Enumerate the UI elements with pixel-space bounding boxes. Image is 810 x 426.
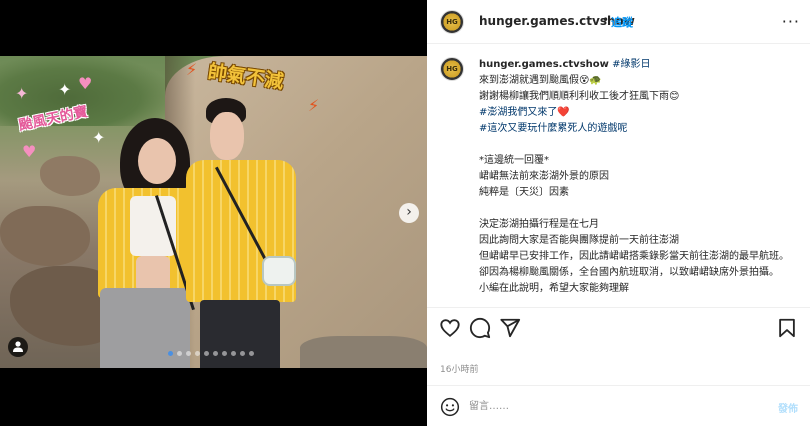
comment-icon[interactable] bbox=[469, 317, 491, 339]
photo-midriff bbox=[136, 256, 170, 292]
caption-hashtag: #澎湖我們又來了❤️ bbox=[479, 107, 570, 118]
caption-line: 純粹是〔天災〕因素 bbox=[479, 187, 569, 198]
post-media-pane: 帥氣不減 ⚡ ⚡ 颱風天的寶 ✦ ♥ ✦ ♥ ✦ › bbox=[0, 0, 427, 426]
caption-username[interactable]: hunger.games.ctvshow bbox=[479, 59, 609, 70]
post-timestamp[interactable]: 16小時前 bbox=[440, 362, 478, 375]
header-separator: • bbox=[602, 13, 610, 27]
photo-face bbox=[210, 112, 244, 160]
caption-text: hunger.games.ctvshow #綠影日 來到澎湖就遇到颱風假😵🐢 謝謝… bbox=[479, 57, 799, 297]
tagged-people-button[interactable] bbox=[8, 337, 28, 357]
caption-line: 決定澎湖拍攝行程是在七月 bbox=[479, 219, 599, 230]
sticker-heart-icon: ♥ bbox=[22, 142, 37, 161]
comment-input[interactable] bbox=[469, 396, 759, 416]
photo-rock bbox=[40, 156, 100, 196]
carousel-dot bbox=[240, 351, 245, 356]
carousel-dot bbox=[177, 351, 182, 356]
photo-top bbox=[130, 196, 176, 256]
avatar[interactable] bbox=[440, 10, 464, 34]
carousel-dot bbox=[186, 351, 191, 356]
caption-line: 謝謝楊柳讓我們順順利利收工後才狂風下雨😊 bbox=[479, 91, 680, 102]
caption-hashtag: #這次又要玩什麼累死人的遊戲呢 bbox=[479, 123, 628, 134]
carousel-indicator bbox=[168, 351, 254, 357]
sticker-spark-icon: ⚡ bbox=[308, 96, 320, 115]
share-icon[interactable] bbox=[499, 317, 521, 339]
emoji-icon[interactable] bbox=[440, 397, 460, 417]
caption-line: 但峮峮早已安排工作，因此請峮峮搭乘錄影當天前往澎湖的最早航班。 bbox=[479, 251, 789, 262]
comment-bar: 發佈 bbox=[427, 385, 810, 426]
carousel-dot bbox=[168, 351, 173, 356]
sticker-star-icon: ✦ bbox=[15, 84, 29, 103]
photo-pants bbox=[200, 300, 280, 368]
caption-scroll-area[interactable]: hunger.games.ctvshow #綠影日 來到澎湖就遇到颱風假😵🐢 謝謝… bbox=[427, 45, 810, 307]
photo-ground bbox=[300, 336, 427, 368]
carousel-dot bbox=[231, 351, 236, 356]
caption-line: 小編在此說明，希望大家能夠理解 bbox=[479, 283, 629, 294]
carousel-dot bbox=[195, 351, 200, 356]
person-icon bbox=[13, 341, 23, 352]
carousel-dot bbox=[222, 351, 227, 356]
post-header: hunger.games.ctvshow • 追蹤 ··· bbox=[427, 0, 810, 44]
more-options-icon[interactable]: ··· bbox=[782, 12, 800, 31]
caption-hashtag[interactable]: #綠影日 bbox=[612, 59, 650, 70]
heart-icon[interactable] bbox=[439, 317, 461, 339]
sticker-star-icon: ✦ bbox=[58, 80, 72, 99]
sticker-spark-icon: ⚡ bbox=[186, 60, 198, 79]
bookmark-icon[interactable] bbox=[776, 317, 798, 339]
caption-first-line: hunger.games.ctvshow #綠影日 bbox=[479, 57, 799, 73]
caption-avatar[interactable] bbox=[440, 57, 464, 81]
follow-button[interactable]: 追蹤 bbox=[611, 14, 633, 30]
carousel-dot bbox=[213, 351, 218, 356]
post-actions bbox=[427, 307, 810, 347]
post-photo[interactable]: 帥氣不減 ⚡ ⚡ 颱風天的寶 ✦ ♥ ✦ ♥ ✦ bbox=[0, 56, 427, 368]
carousel-dot bbox=[204, 351, 209, 356]
photo-face bbox=[138, 138, 176, 184]
caption-line: 因此詢問大家是否能與團隊提前一天前往澎湖 bbox=[479, 235, 679, 246]
post-comment-button[interactable]: 發佈 bbox=[778, 400, 798, 415]
caption-line: *這邊統一回覆* bbox=[479, 155, 549, 166]
photo-rock bbox=[0, 206, 90, 266]
next-image-button[interactable]: › bbox=[399, 203, 419, 223]
caption-lines: 來到澎湖就遇到颱風假😵🐢 謝謝楊柳讓我們順順利利收工後才狂風下雨😊 #澎湖我們又來了… bbox=[479, 73, 799, 297]
caption-line: 峮峮無法前來澎湖外景的原因 bbox=[479, 171, 609, 182]
caption-line: 卻因為楊柳颱風關係，全台國內航班取消，以致峮峮缺席外景拍攝。 bbox=[479, 267, 779, 278]
caption-line: 來到澎湖就遇到颱風假😵🐢 bbox=[479, 75, 602, 86]
sticker-heart-icon: ♥ bbox=[78, 74, 93, 93]
photo-bag bbox=[262, 256, 296, 286]
carousel-dot bbox=[249, 351, 254, 356]
sticker-star-icon: ✦ bbox=[92, 128, 106, 147]
post-details-pane: hunger.games.ctvshow • 追蹤 ··· hunger.gam… bbox=[427, 0, 810, 426]
